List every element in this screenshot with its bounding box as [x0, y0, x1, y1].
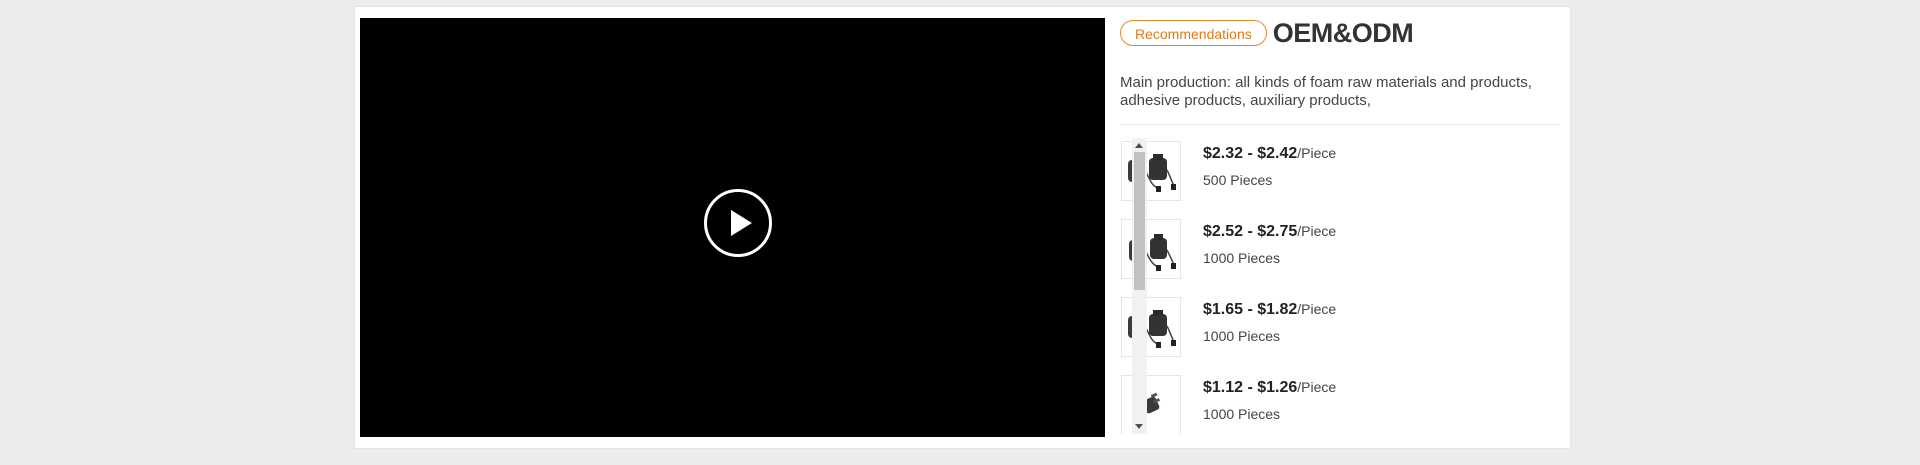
page-title: OEM&ODM	[1272, 17, 1414, 48]
divider	[1120, 124, 1560, 125]
adapter-pair-icon	[1128, 154, 1176, 192]
company-description: Main production: all kinds of foam raw m…	[1120, 74, 1532, 109]
product-thumbnail[interactable]	[1121, 141, 1181, 201]
product-card: Recommendations OEM&ODM Main production:…	[354, 6, 1571, 449]
video-player[interactable]	[360, 18, 1105, 437]
header-row: Recommendations OEM&ODM	[1120, 17, 1414, 49]
price-line: $2.32 - $2.42/Piece	[1203, 145, 1336, 163]
product-item[interactable]: $1.65 - $1.82/Piece 1000 Pieces	[1120, 297, 1540, 361]
price-line: $1.12 - $1.26/Piece	[1203, 379, 1336, 397]
price-range: $1.65 - $1.82	[1203, 301, 1298, 318]
price-unit: /Piece	[1297, 145, 1337, 161]
min-order-quantity: 500 Pieces	[1203, 172, 1273, 188]
product-thumbnail[interactable]	[1121, 297, 1181, 357]
scroll-down-arrow-icon[interactable]	[1135, 424, 1143, 429]
product-item[interactable]: $2.32 - $2.42/Piece 500 Pieces	[1120, 141, 1540, 205]
price-line: $2.52 - $2.75/Piece	[1203, 223, 1336, 241]
min-order-quantity: 1000 Pieces	[1203, 250, 1281, 266]
single-adapter-icon	[1137, 392, 1161, 415]
info-panel: Recommendations OEM&ODM Main production:…	[1120, 17, 1562, 442]
adapter-pair-icon	[1129, 234, 1176, 271]
adapter-pair-icon	[1128, 310, 1176, 348]
scrollbar-thumb[interactable]	[1134, 152, 1145, 290]
min-order-quantity: 1000 Pieces	[1203, 406, 1281, 422]
recommendations-badge[interactable]: Recommendations	[1120, 20, 1267, 46]
price-unit: /Piece	[1297, 379, 1337, 395]
price-unit: /Piece	[1297, 223, 1337, 239]
price-range: $2.52 - $2.75	[1203, 223, 1298, 240]
product-item[interactable]: $1.12 - $1.26/Piece 1000 Pieces	[1120, 375, 1540, 434]
price-unit: /Piece	[1297, 301, 1337, 317]
price-range: $2.32 - $2.42	[1203, 145, 1298, 162]
product-thumbnail[interactable]	[1121, 375, 1181, 434]
product-item[interactable]: $2.52 - $2.75/Piece 1000 Pieces	[1120, 219, 1540, 283]
scroll-up-arrow-icon[interactable]	[1135, 143, 1143, 148]
product-list-scrollbar[interactable]	[1132, 138, 1147, 434]
min-order-quantity: 1000 Pieces	[1203, 328, 1281, 344]
play-button[interactable]	[704, 189, 772, 257]
price-range: $1.12 - $1.26	[1203, 379, 1298, 396]
play-icon	[731, 210, 752, 236]
price-line: $1.65 - $1.82/Piece	[1203, 301, 1336, 319]
product-list: $2.32 - $2.42/Piece 500 Pieces $2.52 - $…	[1120, 141, 1540, 434]
product-thumbnail[interactable]	[1121, 219, 1181, 279]
